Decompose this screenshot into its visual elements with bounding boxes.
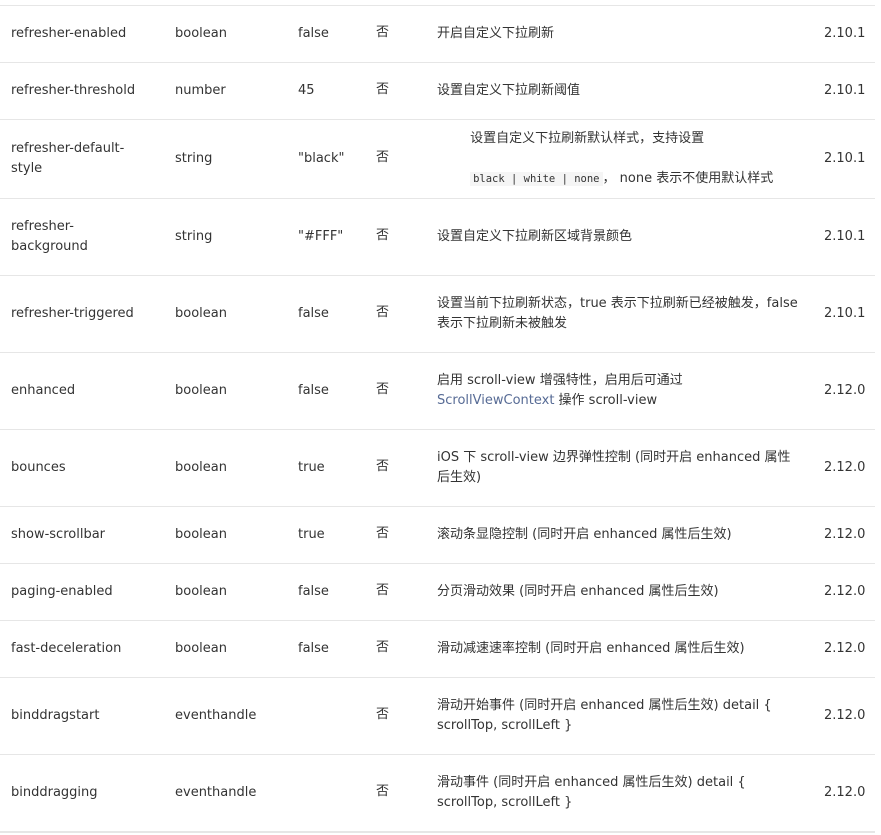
attr-default [298,678,368,754]
attr-default: 45 [298,83,315,98]
attr-version: 2.12.0 [824,527,866,542]
table-row: show-scrollbar boolean true 否 滚动条显隐控制 (同… [0,507,875,564]
description-text: 启用 scroll-view 增强特性，启用后可通过 [437,373,687,388]
attr-required: 否 [376,583,390,598]
table-bottom-border [0,832,875,833]
attr-version: 2.12.0 [824,460,866,475]
style-values-code: black | white | none [470,172,603,186]
attr-version: 2.12.0 [824,383,866,398]
attr-type: boolean [175,383,227,398]
attr-description: iOS 下 scroll-view 边界弹性控制 (同时开启 enhanced … [437,450,791,485]
attr-required: 否 [376,459,390,474]
attr-type: string [175,151,213,166]
attr-default: false [298,641,329,656]
attr-required: 否 [376,25,390,40]
attr-type: boolean [175,306,227,321]
attr-default [298,755,368,831]
attr-default: false [298,383,329,398]
attr-description: 设置自定义下拉刷新默认样式，支持设置 black | white | none，… [437,120,799,198]
attr-version: 2.10.1 [824,83,866,98]
attr-type: boolean [175,527,227,542]
table-row: enhanced boolean false 否 启用 scroll-view … [0,353,875,430]
attr-required: 否 [376,150,390,165]
attr-name: enhanced [11,383,76,398]
attr-required: 否 [376,382,390,397]
attr-description: 启用 scroll-view 增强特性，启用后可通过 ScrollViewCon… [437,353,799,429]
table-row: paging-enabled boolean false 否 分页滑动效果 (同… [0,564,875,621]
table-row: refresher-enabled boolean false 否 开启自定义下… [0,6,875,63]
attr-default: false [298,26,329,41]
attr-type: string [175,229,213,244]
attr-default: "#FFF" [298,229,344,244]
attr-required: 否 [376,640,390,655]
attr-name: refresher-default-style [11,141,125,176]
attr-type: number [175,83,226,98]
attr-type: boolean [175,26,227,41]
table-row: binddragging eventhandle 否 滑动事件 (同时开启 en… [0,755,875,832]
attr-version: 2.12.0 [824,708,866,723]
attr-name: refresher-triggered [11,306,134,321]
attr-type: eventhandle [175,785,257,800]
attr-type: boolean [175,584,227,599]
attr-name: binddragstart [11,708,100,723]
table-row: bounces boolean true 否 iOS 下 scroll-view… [0,430,875,507]
attr-name: refresher-enabled [11,26,127,41]
table-row: refresher-triggered boolean false 否 设置当前… [0,276,875,353]
attr-description: 开启自定义下拉刷新 [437,26,555,41]
attr-description: 滑动开始事件 (同时开启 enhanced 属性后生效) detail { sc… [437,698,776,733]
attr-version: 2.10.1 [824,26,866,41]
attr-required: 否 [376,707,390,722]
attr-required: 否 [376,228,390,243]
attr-name: refresher-background [11,219,88,254]
attr-version: 2.10.1 [824,306,866,321]
attr-default: true [298,460,325,475]
attr-description: 分页滑动效果 (同时开启 enhanced 属性后生效) [437,584,719,599]
description-text-suffix: 操作 scroll-view [554,393,658,408]
attr-name: paging-enabled [11,584,113,599]
attr-type: boolean [175,641,227,656]
attr-version: 2.12.0 [824,584,866,599]
attr-name: show-scrollbar [11,527,106,542]
table-row: refresher-background string "#FFF" 否 设置自… [0,199,875,276]
attr-name: bounces [11,460,66,475]
attr-default: true [298,527,325,542]
attr-description: 滑动减速速率控制 (同时开启 enhanced 属性后生效) [437,641,745,656]
attr-version: 2.12.0 [824,641,866,656]
attr-required: 否 [376,305,390,320]
attr-type: eventhandle [175,708,257,723]
attr-required: 否 [376,784,390,799]
attr-description: 设置当前下拉刷新状态，true 表示下拉刷新已经被触发，false 表示下拉刷新… [437,296,802,331]
attr-description: 设置自定义下拉刷新区域背景颜色 [437,229,633,244]
attr-required: 否 [376,526,390,541]
table-row: fast-deceleration boolean false 否 滑动减速速率… [0,621,875,678]
attr-version: 2.12.0 [824,785,866,800]
attr-name: fast-deceleration [11,641,122,656]
attr-default: false [298,306,329,321]
attr-name: binddragging [11,785,98,800]
table-row: binddragstart eventhandle 否 滑动开始事件 (同时开启… [0,678,875,755]
attr-default: false [298,584,329,599]
scrollviewcontext-link[interactable]: ScrollViewContext [437,393,554,408]
attr-version: 2.10.1 [824,229,866,244]
attr-description: 滑动事件 (同时开启 enhanced 属性后生效) detail { scro… [437,775,750,810]
attr-type: boolean [175,460,227,475]
description-text: 设置自定义下拉刷新默认样式，支持设置 [470,131,705,146]
attr-name: refresher-threshold [11,83,136,98]
attr-version: 2.10.1 [824,151,866,166]
attr-default: "black" [298,151,345,166]
description-text-suffix: ， none 表示不使用默认样式 [602,171,774,186]
attr-required: 否 [376,82,390,97]
table-row: refresher-default-style string "black" 否… [0,120,875,199]
attr-description: 滚动条显隐控制 (同时开启 enhanced 属性后生效) [437,527,732,542]
